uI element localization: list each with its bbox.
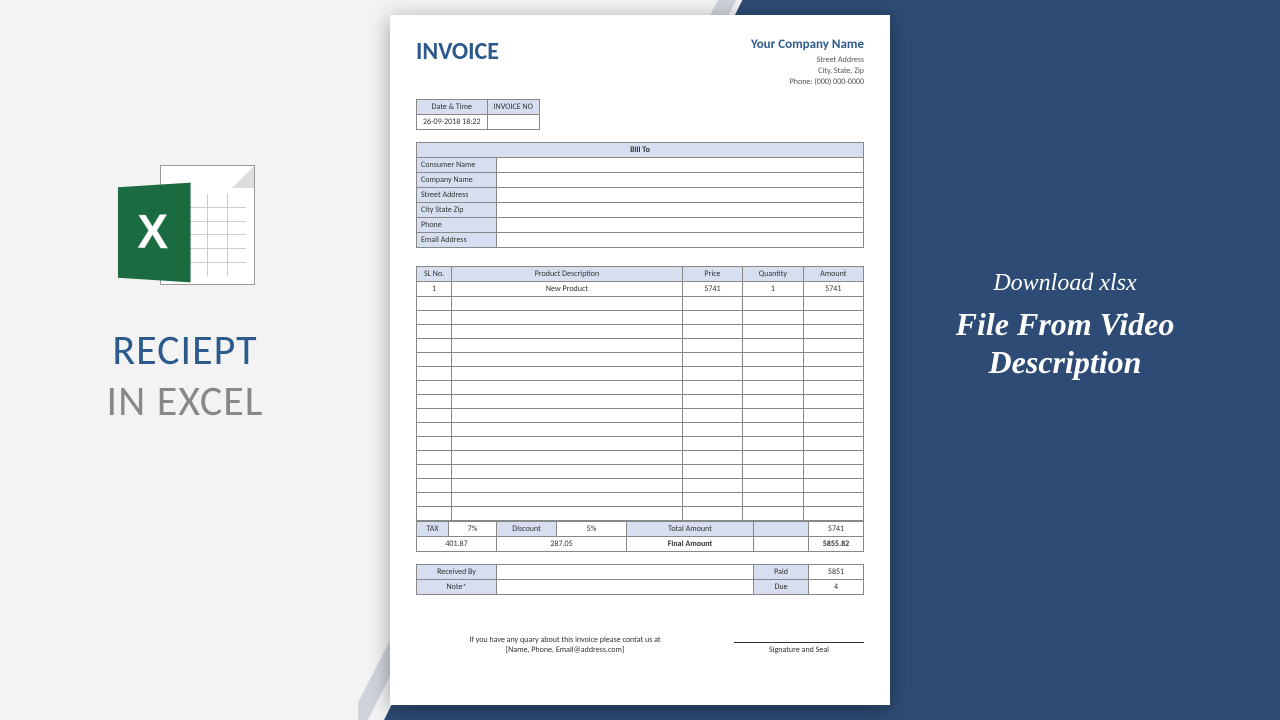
invoice-sheet: INVOICE Your Company Name Street Address…	[390, 15, 890, 705]
received-by-label: Received By	[417, 564, 497, 579]
tax-pct: 7%	[449, 521, 497, 536]
final-val: 5855.82	[809, 536, 864, 551]
download-main: File From Video Description	[910, 305, 1220, 382]
company-name: Your Company Name	[751, 37, 864, 52]
date-invoice-box: Date & TimeINVOICE NO 26-09-2018 18:22	[416, 99, 540, 130]
right-panel: Download xlsx File From Video Descriptio…	[910, 270, 1220, 382]
due-val: 4	[809, 579, 864, 594]
download-subtitle: Download xlsx	[910, 270, 1220, 297]
col-price: Price	[682, 266, 742, 281]
paid-label: Paid	[754, 564, 809, 579]
col-desc: Product Description	[452, 266, 683, 281]
col-amt: Amount	[803, 266, 863, 281]
tax-label: TAX	[417, 521, 449, 536]
receive-table: Received By Paid 5851 Note* Due 4	[416, 564, 864, 595]
left-title-excel: IN EXCEL	[40, 376, 330, 427]
billto-phone: Phone	[417, 217, 497, 232]
company-block: Your Company Name Street Address City, S…	[751, 37, 864, 89]
bill-to-header: Bill To	[417, 142, 864, 157]
signature-line: Signature and Seal	[734, 642, 864, 655]
excel-book-icon: X	[118, 183, 191, 283]
col-sl: SL No.	[417, 266, 452, 281]
tax-val: 401.87	[417, 536, 497, 551]
note-label: Note*	[417, 579, 497, 594]
totals-table: TAX 7% Discount 5% Total Amount 5741 401…	[416, 521, 864, 552]
invoice-no-label: INVOICE NO	[487, 99, 539, 114]
item-row: 1 New Product 5741 1 5741	[417, 281, 864, 296]
date-label: Date & Time	[417, 99, 488, 114]
billto-email: Email Address	[417, 232, 497, 247]
bill-to-table: Bill To Consumer Name Company Name Stree…	[416, 142, 864, 248]
total-val: 5741	[809, 521, 864, 536]
billto-consumer: Consumer Name	[417, 157, 497, 172]
company-street: Street Address	[751, 55, 864, 66]
billto-company: Company Name	[417, 172, 497, 187]
footer-line2: [Name, Phone, Email@address.com]	[416, 645, 714, 655]
invoice-footer: If you have any quary about this invoice…	[416, 635, 864, 655]
final-label: Final Amount	[627, 536, 754, 551]
footer-line1: If you have any quary about this invoice…	[416, 635, 714, 645]
left-panel: X RECIEPT IN EXCEL	[40, 160, 330, 427]
items-table: SL No. Product Description Price Quantit…	[416, 266, 864, 521]
total-label: Total Amount	[627, 521, 754, 536]
paid-val: 5851	[809, 564, 864, 579]
excel-icon: X	[115, 160, 255, 300]
invoice-title: INVOICE	[416, 37, 499, 89]
left-title-receipt: RECIEPT	[40, 325, 330, 376]
due-label: Due	[754, 579, 809, 594]
disc-pct: 5%	[557, 521, 627, 536]
date-value: 26-09-2018 18:22	[417, 114, 488, 129]
disc-val: 287.05	[497, 536, 627, 551]
company-city: City, State, Zip	[751, 66, 864, 77]
excel-x-letter: X	[137, 204, 168, 260]
billto-city: City State Zip	[417, 202, 497, 217]
company-phone: Phone: (000) 000-0000	[751, 77, 864, 88]
billto-street: Street Address	[417, 187, 497, 202]
invoice-no-value	[487, 114, 539, 129]
disc-label: Discount	[497, 521, 557, 536]
col-qty: Quantity	[743, 266, 803, 281]
